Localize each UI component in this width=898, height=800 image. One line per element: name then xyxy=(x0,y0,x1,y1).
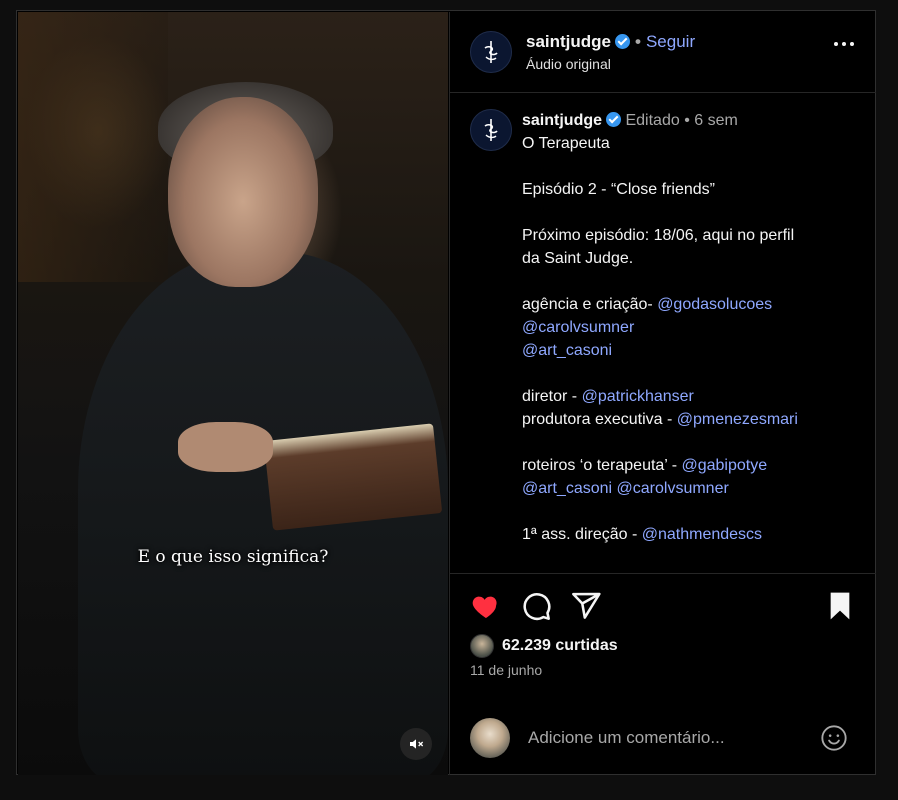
mention-link[interactable]: @patrickhanser xyxy=(582,388,694,405)
caption-next-1: Próximo episódio: 18/06, aqui no perfil xyxy=(522,227,795,244)
mention-link[interactable]: @godasolucoes xyxy=(657,296,772,313)
mention-link[interactable]: @art_casoni xyxy=(522,342,612,359)
likes-row[interactable]: 62.239 curtidas xyxy=(470,634,618,658)
caption-text: saintjudge Editado • 6 sem O Terapeuta E… xyxy=(522,109,862,546)
action-bar xyxy=(470,590,856,626)
post-modal: E o que isso significa? saintjudge • Segui… xyxy=(16,10,876,775)
mention-link[interactable]: @gabipotye xyxy=(681,457,767,474)
mention-link[interactable]: @nathmendescs xyxy=(642,526,762,543)
saint-judge-logo-icon xyxy=(484,41,498,63)
edited-label: Editado xyxy=(625,112,680,129)
mention-link[interactable]: @pmenezesmari xyxy=(677,411,798,428)
background-bookshelf xyxy=(18,12,168,282)
header-separator: • xyxy=(635,32,641,51)
emoji-smile-icon[interactable] xyxy=(820,724,848,752)
caption-episode: Episódio 2 - “Close friends” xyxy=(522,181,715,198)
mention-link[interactable]: @art_casoni xyxy=(522,480,612,497)
credits-producer: produtora executiva - @pmenezesmari xyxy=(522,408,862,431)
video-figure-head xyxy=(168,97,318,287)
heart-filled-icon[interactable] xyxy=(470,590,502,622)
caption-avatar[interactable] xyxy=(470,109,512,151)
mention-link[interactable]: @carolvsumner xyxy=(522,319,634,336)
caption-next-2: da Saint Judge. xyxy=(522,250,634,267)
mute-button[interactable] xyxy=(400,728,432,760)
more-options-icon[interactable] xyxy=(834,42,854,46)
post-header: saintjudge • Seguir Áudio original xyxy=(450,12,876,93)
comment-input[interactable]: Adicione um comentário... xyxy=(528,728,725,748)
post-side-panel: saintjudge • Seguir Áudio original saintju… xyxy=(449,12,876,775)
post-date[interactable]: 11 de junho xyxy=(470,662,542,678)
speaker-muted-icon xyxy=(410,739,424,749)
liker-avatar xyxy=(470,634,494,658)
caption-separator: • xyxy=(684,112,690,129)
credits-assistant: 1ª ass. direção - @nathmendescs xyxy=(522,523,862,546)
verified-badge-icon xyxy=(606,112,622,127)
comment-icon[interactable] xyxy=(520,590,552,622)
comment-bar: Adicione um comentário... xyxy=(450,712,876,772)
header-username[interactable]: saintjudge xyxy=(526,32,611,51)
profile-avatar[interactable] xyxy=(470,31,512,73)
caption-scroll-area[interactable]: saintjudge Editado • 6 sem O Terapeuta E… xyxy=(450,93,876,574)
video-player[interactable]: E o que isso significa? xyxy=(18,12,448,775)
video-subtitle: E o que isso significa? xyxy=(137,547,329,567)
caption-title: O Terapeuta xyxy=(522,135,610,152)
credits-director: diretor - @patrickhanser xyxy=(522,385,862,408)
original-audio-link[interactable]: Áudio original xyxy=(526,56,611,72)
mention-link[interactable]: @carolvsumner xyxy=(617,480,729,497)
video-notebook xyxy=(263,423,443,531)
current-user-avatar xyxy=(470,718,510,758)
verified-badge-icon xyxy=(615,34,631,49)
caption-username[interactable]: saintjudge xyxy=(522,112,602,129)
video-hand xyxy=(178,422,273,472)
credits-agency: agência e criação- @godasolucoes xyxy=(522,293,862,316)
credits-assistant-label: 1ª ass. direção - xyxy=(522,526,642,543)
credits-scripts-label: roteiros ‘o terapeuta’ - xyxy=(522,457,682,474)
credits-director-label: diretor - xyxy=(522,388,582,405)
follow-button[interactable]: Seguir xyxy=(646,32,695,51)
caption-meta-row: saintjudge Editado • 6 sem xyxy=(522,109,862,132)
credits-scripts: roteiros ‘o terapeuta’ - @gabipotye xyxy=(522,454,862,477)
credits-producer-label: produtora executiva - xyxy=(522,411,677,428)
header-username-row: saintjudge • Seguir xyxy=(526,32,695,52)
likes-count[interactable]: 62.239 curtidas xyxy=(502,637,618,655)
credits-agency-label: agência e criação- xyxy=(522,296,658,313)
saint-judge-logo-icon xyxy=(484,119,498,141)
send-icon[interactable] xyxy=(570,590,602,622)
post-age[interactable]: 6 sem xyxy=(694,112,738,129)
bookmark-filled-icon[interactable] xyxy=(824,590,856,622)
